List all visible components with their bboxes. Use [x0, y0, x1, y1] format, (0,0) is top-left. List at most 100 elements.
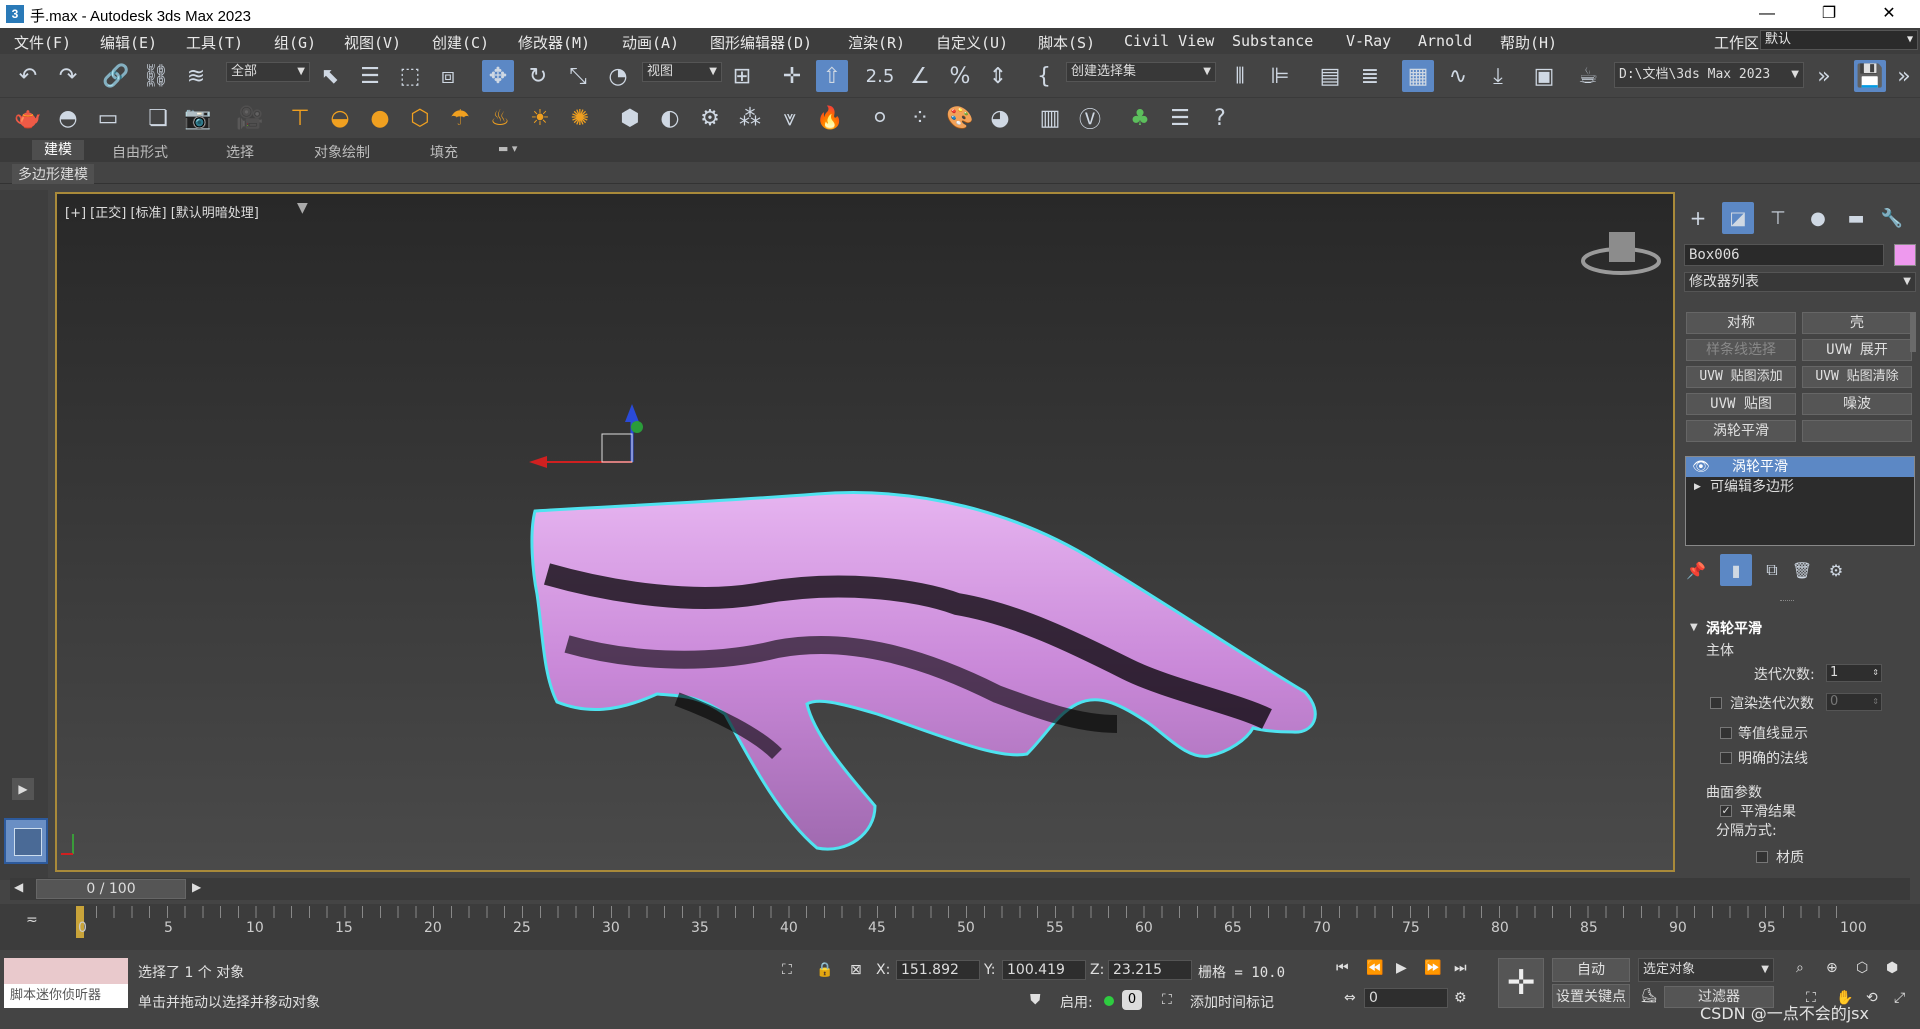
set-key-big-icon[interactable]: ✛ — [1498, 958, 1544, 1008]
select-object-icon[interactable]: ⬉ — [314, 60, 346, 92]
select-scale-icon[interactable]: ⤡ — [562, 60, 594, 92]
sphere-icon[interactable]: ⚪ — [864, 102, 896, 134]
make-unique-icon[interactable]: ⧉ — [1756, 554, 1788, 586]
help-icon[interactable]: ? — [1204, 102, 1236, 134]
modifier-list-dropdown[interactable]: 修改器列表 ▼ — [1684, 272, 1916, 292]
utilities-tab-icon[interactable]: 🔧 — [1876, 202, 1908, 234]
menu-scripting[interactable]: 脚本(S) — [1038, 32, 1095, 53]
play-icon[interactable]: ▶ — [12, 778, 34, 800]
photometric-icon[interactable]: ⬡ — [404, 102, 436, 134]
schematic-view-icon[interactable]: ⤓ — [1482, 60, 1514, 92]
maxscript-listener-top[interactable] — [4, 958, 128, 984]
move-gizmo[interactable] — [529, 404, 643, 468]
time-config-icon[interactable]: ⚙ — [1454, 990, 1467, 1006]
object-name-field[interactable]: Box006 — [1684, 244, 1884, 266]
tab-object-paint[interactable]: 对象绘制 — [314, 142, 370, 162]
unlink-icon[interactable]: ⛓ — [140, 60, 172, 92]
isolate-selection-icon[interactable]: ⛶ — [782, 962, 792, 978]
key-mode-icon[interactable]: ✛ — [776, 60, 808, 92]
menu-edit[interactable]: 编辑(E) — [100, 32, 157, 53]
expand-triangle-icon[interactable]: ▶ — [1694, 477, 1701, 497]
bind-spacewarp-icon[interactable]: ≋ — [180, 60, 212, 92]
key-mode-icon[interactable]: ⛸ — [1640, 988, 1658, 1004]
maximize-button[interactable]: ❐ — [1806, 2, 1852, 26]
tree-icon[interactable]: ♣ — [1124, 102, 1156, 134]
absolute-mode-icon[interactable]: ⊠ — [850, 962, 862, 978]
z-coord-field[interactable]: 23.215 — [1108, 960, 1192, 980]
goto-end-icon[interactable]: ⏭ — [1454, 960, 1467, 976]
material-ball-icon[interactable]: ◕ — [984, 102, 1016, 134]
overflow-icon[interactable]: » — [1888, 60, 1920, 92]
add-time-tag[interactable]: 添加时间标记 — [1190, 992, 1274, 1012]
show-end-result-icon[interactable]: ▮ — [1720, 554, 1752, 586]
bars-icon[interactable]: ▥ — [1034, 102, 1066, 134]
eye-icon[interactable]: 👁 — [1692, 457, 1710, 477]
particle-icon[interactable]: ⁂ — [734, 102, 766, 134]
menu-substance[interactable]: Substance — [1232, 32, 1313, 50]
stack-item-turbosmooth[interactable]: 👁 涡轮平滑 — [1686, 457, 1914, 477]
material-editor-icon[interactable]: ▣ — [1528, 60, 1560, 92]
redo-icon[interactable]: ↷ — [52, 60, 84, 92]
iterations-spinner[interactable]: 1 ⇕ — [1826, 664, 1882, 682]
next-key-icon[interactable]: ⏩ — [1424, 960, 1441, 976]
render-iters-checkbox[interactable] — [1710, 697, 1722, 709]
menu-help[interactable]: 帮助(H) — [1500, 32, 1557, 53]
motion-tab-icon[interactable]: ● — [1802, 202, 1834, 234]
uvw-map-clear-button[interactable]: UVW 贴图清除 — [1802, 366, 1912, 388]
zoom-extents-icon[interactable]: ⬡ — [1856, 960, 1868, 976]
reference-coord-dropdown[interactable]: 视图 ▼ — [642, 62, 722, 82]
turbosmooth-rollout-title[interactable]: 涡轮平滑 — [1706, 618, 1762, 638]
palette-icon[interactable]: 🎨 — [944, 102, 976, 134]
play-animation-icon[interactable]: ▶ — [1396, 960, 1407, 976]
multi-sphere-icon[interactable]: ⁘ — [904, 102, 936, 134]
render-iters-spinner[interactable]: 0 ⇕ — [1826, 693, 1882, 711]
menu-tools[interactable]: 工具(T) — [186, 32, 243, 53]
spinner-snap-icon[interactable]: ⇕ — [982, 60, 1014, 92]
explicit-normals-checkbox[interactable] — [1720, 752, 1732, 764]
rect-selection-icon[interactable]: ⬚ — [394, 60, 426, 92]
menu-rendering[interactable]: 渲染(R) — [848, 32, 905, 53]
uvw-map-button[interactable]: UVW 贴图 — [1686, 393, 1796, 415]
zoom-all-icon[interactable]: ⊕ — [1826, 960, 1838, 976]
zoom-extents-all-icon[interactable]: ⬢ — [1886, 960, 1898, 976]
mirror-icon[interactable]: ⫴ — [1224, 60, 1256, 92]
stack-item-editable-poly[interactable]: ▶ 可编辑多边形 — [1686, 477, 1914, 497]
snaps-toggle-icon[interactable]: 2.5 — [864, 60, 896, 92]
auto-key-button[interactable]: 自动 — [1552, 958, 1630, 982]
menu-file[interactable]: 文件(F) — [14, 32, 71, 53]
rollout-collapse-icon[interactable]: ▼ — [1690, 622, 1698, 633]
create-tab-icon[interactable]: + — [1682, 202, 1714, 234]
sun-icon[interactable]: ☀ — [524, 102, 556, 134]
panel-scrollbar[interactable] — [1910, 312, 1916, 352]
zoom-icon[interactable]: ⌕ — [1796, 960, 1804, 976]
time-tag-icon[interactable]: ⛶ — [1162, 992, 1172, 1008]
menu-arnold[interactable]: Arnold — [1418, 32, 1472, 50]
maximize-viewport-icon[interactable]: ⤢ — [1894, 990, 1905, 1006]
angle-snap-icon[interactable]: ∠ — [904, 60, 936, 92]
configure-sets-icon[interactable]: ⚙ — [1820, 554, 1852, 586]
menu-civil-view[interactable]: Civil View — [1124, 32, 1214, 50]
geometry-icon[interactable]: ❏ — [142, 102, 174, 134]
curve-editor-icon[interactable]: ∿ — [1442, 60, 1474, 92]
sunlight-icon[interactable]: ✺ — [564, 102, 596, 134]
close-button[interactable]: ✕ — [1866, 2, 1912, 26]
menu-modifiers[interactable]: 修改器(M) — [518, 32, 590, 53]
fur-icon[interactable]: ⩔ — [774, 102, 806, 134]
workspace-dropdown[interactable]: 默认 ▼ — [1760, 30, 1918, 50]
turbosmooth-button[interactable]: 涡轮平滑 — [1686, 420, 1796, 442]
minimize-button[interactable]: — — [1744, 2, 1790, 26]
camera-icon[interactable]: 🎥 — [234, 102, 266, 134]
pin-stack-icon[interactable]: 📌 — [1680, 554, 1712, 586]
link-icon[interactable]: 🔗 — [100, 60, 132, 92]
hand-mesh[interactable] — [530, 491, 1317, 851]
camera-shelf-icon[interactable]: 📷 — [182, 102, 214, 134]
spotlight-icon[interactable]: ⊤ — [284, 102, 316, 134]
project-folder-dropdown[interactable]: D:\文档\3ds Max 2023 ▼ — [1614, 62, 1804, 88]
noise-button[interactable]: 噪波 — [1802, 393, 1912, 415]
tab-modeling[interactable]: 建模 — [32, 140, 84, 160]
x-coord-field[interactable]: 151.892 — [896, 960, 980, 980]
menu-create[interactable]: 创建(C) — [432, 32, 489, 53]
uvw-map-add-button[interactable]: UVW 贴图添加 — [1686, 366, 1796, 388]
expand-toolbar-icon[interactable]: » — [1808, 60, 1840, 92]
goto-start-icon[interactable]: ⏮ — [1336, 960, 1349, 976]
